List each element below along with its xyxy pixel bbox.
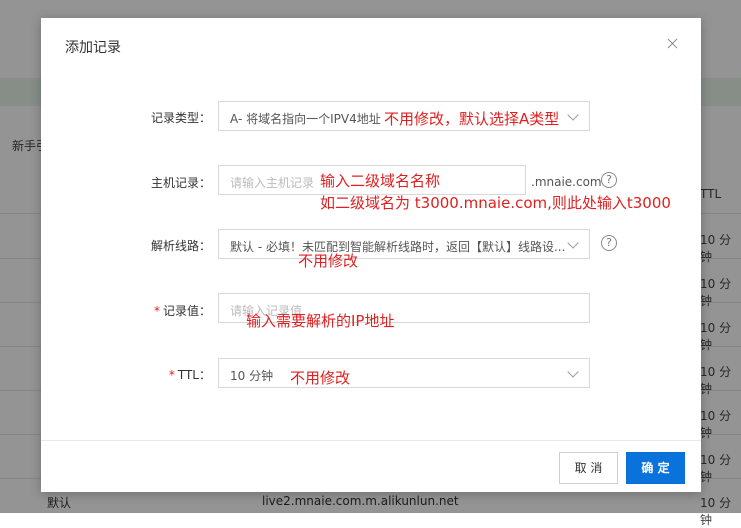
annotation-line: 不用修改 [298, 252, 359, 270]
host-record-placeholder: 请输入主机记录 [230, 176, 315, 190]
close-icon[interactable] [665, 36, 681, 52]
annotation-ttl: 不用修改 [290, 369, 351, 387]
annotation-host-2: 如二级域名为 t3000.mnaie.com,则此处输入t3000 [320, 194, 671, 212]
add-record-dialog: 添加记录 记录类型： A- 将域名指向一个IPV4地址 主机记录： 请输入主机记… [41, 18, 701, 492]
resolve-line-label: 解析线路： [150, 239, 211, 253]
footer-divider [41, 440, 701, 441]
dialog-title: 添加记录 [65, 40, 121, 56]
annotation-host-1: 输入二级域名名称 [320, 172, 441, 190]
cancel-button[interactable]: 取 消 [559, 452, 618, 484]
record-value-label-text: 记录值： [162, 304, 211, 318]
record-value-label: * 记录值： [154, 302, 211, 319]
ttl-value: 10 分钟 [230, 369, 274, 383]
ttl-label-text: TTL： [177, 368, 211, 382]
help-icon[interactable]: ? [601, 235, 617, 251]
ttl-label: * TTL： [169, 366, 211, 383]
chevron-down-icon [567, 237, 579, 249]
record-type-label: 记录类型： [150, 111, 211, 125]
annotation-record-type: 不用修改，默认选择A类型 [384, 110, 560, 128]
required-mark: * [153, 304, 160, 318]
ttl-select[interactable]: 10 分钟 [218, 358, 590, 388]
confirm-button[interactable]: 确 定 [626, 452, 685, 484]
chevron-down-icon [567, 109, 579, 121]
chevron-down-icon [567, 366, 579, 378]
help-icon[interactable]: ? [601, 172, 617, 188]
host-record-label: 主机记录： [150, 176, 211, 190]
annotation-value: 输入需要解析的IP地址 [246, 312, 395, 330]
record-type-value: A- 将域名指向一个IPV4地址 [230, 112, 381, 126]
domain-suffix: .mnaie.com [531, 175, 602, 189]
resolve-line-value: 默认 - 必填！未匹配到智能解析线路时，返回【默认】线路设... [230, 240, 566, 254]
resolve-line-select[interactable]: 默认 - 必填！未匹配到智能解析线路时，返回【默认】线路设... [218, 229, 590, 259]
required-mark: * [168, 368, 175, 382]
